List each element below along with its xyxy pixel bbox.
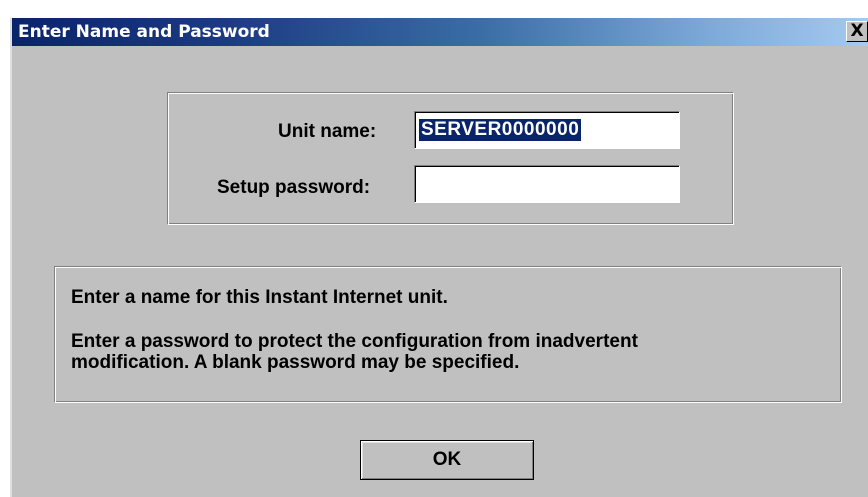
help-text-group: Enter a name for this Instant Internet u… <box>54 266 842 403</box>
setup-password-label: Setup password: <box>217 177 371 198</box>
credentials-group: Unit name: SERVER0000000 Setup password: <box>167 92 734 225</box>
unit-name-value: SERVER0000000 <box>419 119 582 141</box>
unit-name-label: Unit name: <box>278 121 377 142</box>
help-line-name: Enter a name for this Instant Internet u… <box>71 287 448 308</box>
setup-password-input[interactable] <box>414 165 680 203</box>
title-bar[interactable]: Enter Name and Password X <box>12 18 868 46</box>
help-line-password: Enter a password to protect the configur… <box>71 331 638 352</box>
close-icon: X <box>850 21 864 41</box>
dialog-title: Enter Name and Password <box>18 22 270 42</box>
close-button[interactable]: X <box>846 21 868 42</box>
ok-button[interactable]: OK <box>360 440 534 480</box>
unit-name-input[interactable]: SERVER0000000 <box>414 111 680 149</box>
help-line-blank: modification. A blank password may be sp… <box>71 352 520 373</box>
enter-name-password-dialog: Enter Name and Password X Unit name: SER… <box>10 18 868 497</box>
